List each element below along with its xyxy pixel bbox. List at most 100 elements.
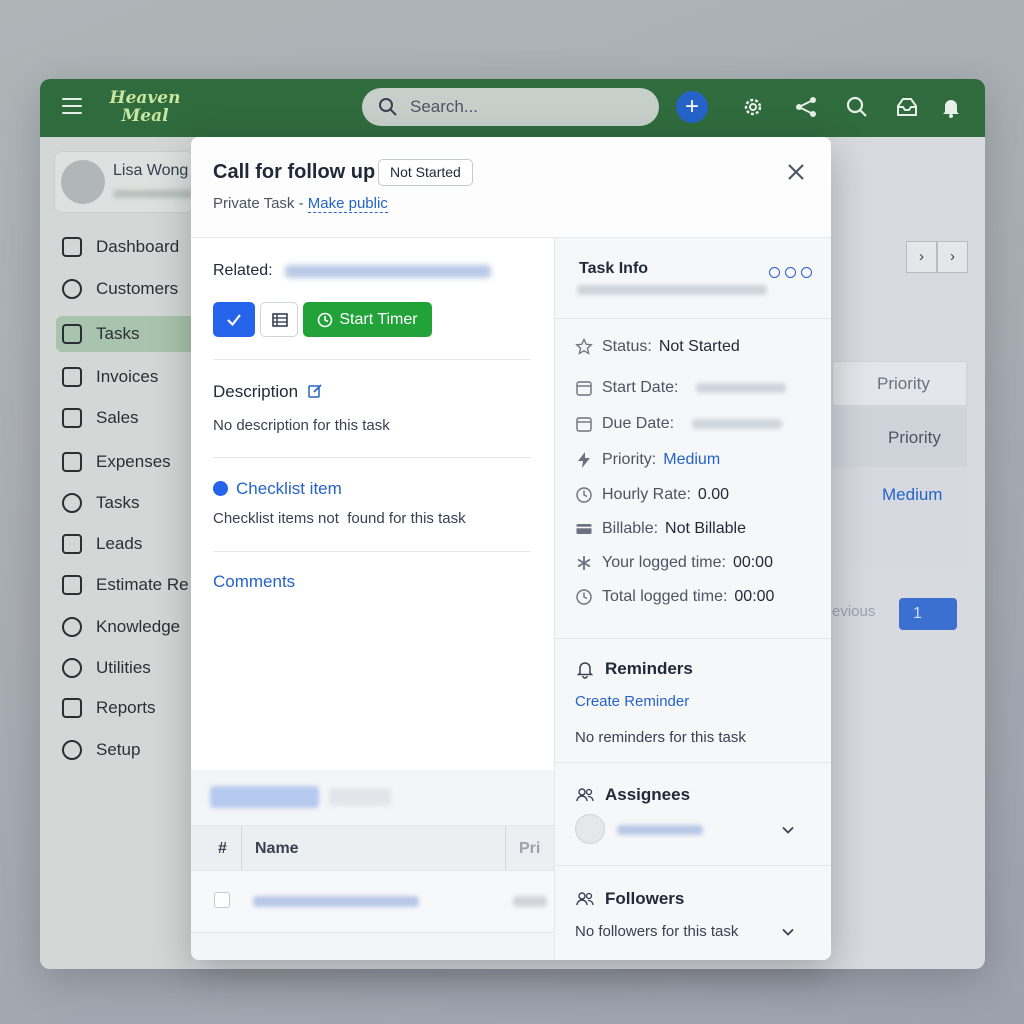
- add-button[interactable]: +: [676, 91, 708, 123]
- user-icon: [62, 279, 82, 299]
- sidebar-item-invoices[interactable]: Invoices: [56, 359, 206, 395]
- info-total-logged-time: Total logged time: 00:00: [575, 588, 774, 606]
- sidebar-item-label: Estimate Re: [96, 575, 189, 594]
- sidebar-item-tasks[interactable]: Tasks: [56, 316, 206, 352]
- task-details: Related: Start Timer Description No desc…: [191, 238, 554, 960]
- more-options-icon[interactable]: [769, 267, 812, 278]
- timesheet-button[interactable]: [260, 302, 298, 337]
- assignees-title: Assignees: [605, 785, 691, 804]
- priority-filter[interactable]: Priority: [832, 361, 967, 406]
- file-icon: [62, 452, 82, 472]
- sidebar-item-label: Dashboard: [96, 237, 180, 256]
- due-date-value: [692, 419, 783, 429]
- sidebar-item-reports[interactable]: Reports: [56, 690, 206, 726]
- make-public-link[interactable]: Make public: [307, 195, 388, 213]
- filter-button[interactable]: [329, 788, 391, 806]
- col-name: Name: [255, 840, 299, 857]
- comments-heading[interactable]: Comments: [213, 572, 295, 592]
- edit-icon[interactable]: [307, 383, 323, 399]
- gear-icon: [62, 658, 82, 678]
- sidebar-item-label: Customers: [96, 279, 179, 298]
- divider: [555, 318, 831, 319]
- pager: › ›: [906, 241, 968, 273]
- chevron-down-icon[interactable]: [781, 823, 795, 837]
- record-button[interactable]: [210, 786, 319, 808]
- sidebar-item-dashboard[interactable]: Dashboard: [56, 229, 206, 265]
- start-date-label: Start Date:: [602, 379, 679, 396]
- row-checkbox[interactable]: [214, 892, 230, 908]
- table-header: # Name Pri: [191, 825, 554, 871]
- bolt-icon: [578, 452, 590, 468]
- followers-title: Followers: [605, 889, 685, 908]
- page-button[interactable]: 1: [899, 598, 957, 630]
- description-text: No description for this task: [213, 417, 390, 434]
- row-priority: [513, 896, 547, 907]
- divider: [555, 638, 831, 639]
- sidebar-item-expenses[interactable]: Expenses: [56, 444, 206, 480]
- sidebar-item-knowledge[interactable]: Knowledge: [56, 609, 206, 645]
- related-label: Related:: [213, 262, 273, 279]
- info-billable: Billable: Not Billable: [575, 520, 746, 538]
- table-row[interactable]: [191, 871, 554, 933]
- clock-icon: [318, 312, 333, 327]
- star-icon: [575, 338, 593, 355]
- inbox-icon[interactable]: [894, 94, 920, 120]
- task-info-title: Task Info: [579, 260, 649, 277]
- clock-icon: [62, 493, 82, 513]
- users-icon: [576, 788, 594, 802]
- bell-icon[interactable]: [938, 94, 964, 120]
- sidebar-item-utilities[interactable]: Utilities: [56, 650, 206, 686]
- gear-icon[interactable]: [740, 94, 766, 120]
- search-icon: [379, 98, 397, 116]
- next-page-button[interactable]: ›: [937, 241, 968, 273]
- clock-icon: [576, 487, 592, 503]
- app-logo[interactable]: Heaven Meal: [100, 89, 190, 125]
- mark-complete-button[interactable]: [213, 302, 255, 337]
- previous-link[interactable]: evious: [832, 603, 875, 620]
- circle-icon: [62, 617, 82, 637]
- avatar: [61, 160, 105, 204]
- sidebar-item-sales[interactable]: Sales: [56, 400, 206, 436]
- sidebar-item-tasks-2[interactable]: Tasks: [56, 485, 206, 521]
- invoice-icon: [62, 367, 82, 387]
- search-bar[interactable]: Search...: [362, 88, 659, 126]
- card-icon: [576, 524, 592, 534]
- sidebar-item-setup[interactable]: Setup: [56, 732, 206, 768]
- reminders-title: Reminders: [605, 659, 693, 678]
- file-icon: [62, 324, 82, 344]
- prev-page-button[interactable]: ›: [906, 241, 937, 273]
- share-icon[interactable]: [793, 94, 819, 120]
- total-logged-time-value: 00:00: [734, 588, 775, 605]
- start-timer-button[interactable]: Start Timer: [303, 302, 432, 337]
- sidebar-item-customers[interactable]: Customers: [56, 271, 206, 307]
- related-link[interactable]: [285, 265, 491, 278]
- priority-cell[interactable]: Medium: [832, 467, 967, 567]
- sidebar-item-label: Reports: [96, 698, 156, 717]
- info-your-logged-time: Your logged time: 00:00: [575, 554, 773, 572]
- sidebar: Lisa Wong Dashboard Customers Tasks Invo…: [40, 137, 206, 969]
- checklist-heading[interactable]: Checklist item: [213, 479, 342, 499]
- reminders-heading: Reminders: [575, 659, 693, 679]
- menu-icon[interactable]: [62, 98, 82, 118]
- status-label: Status:: [602, 338, 652, 355]
- search-icon[interactable]: [844, 94, 870, 120]
- due-date-label: Due Date:: [602, 415, 675, 432]
- profile-card[interactable]: Lisa Wong: [54, 151, 194, 213]
- sidebar-item-leads[interactable]: Leads: [56, 526, 206, 562]
- search-placeholder: Search...: [410, 97, 479, 116]
- chevron-down-icon[interactable]: [781, 925, 795, 939]
- divider: [213, 551, 531, 552]
- your-logged-time-label: Your logged time:: [602, 554, 726, 571]
- create-reminder-link[interactable]: Create Reminder: [575, 693, 689, 710]
- row-name[interactable]: [253, 896, 419, 907]
- sidebar-item-label: Leads: [96, 534, 143, 553]
- privacy-line: Private Task - Make public: [213, 195, 388, 213]
- priority-value[interactable]: Medium: [663, 451, 720, 469]
- table-icon: [272, 313, 288, 327]
- followers-heading: Followers: [575, 889, 684, 909]
- no-followers-text: No followers for this task: [575, 923, 739, 940]
- sidebar-item-estimate[interactable]: Estimate Re: [56, 567, 206, 603]
- close-icon[interactable]: [785, 161, 807, 183]
- top-bar: Heaven Meal Search... +: [40, 79, 985, 137]
- sidebar-item-label: Tasks: [96, 493, 140, 512]
